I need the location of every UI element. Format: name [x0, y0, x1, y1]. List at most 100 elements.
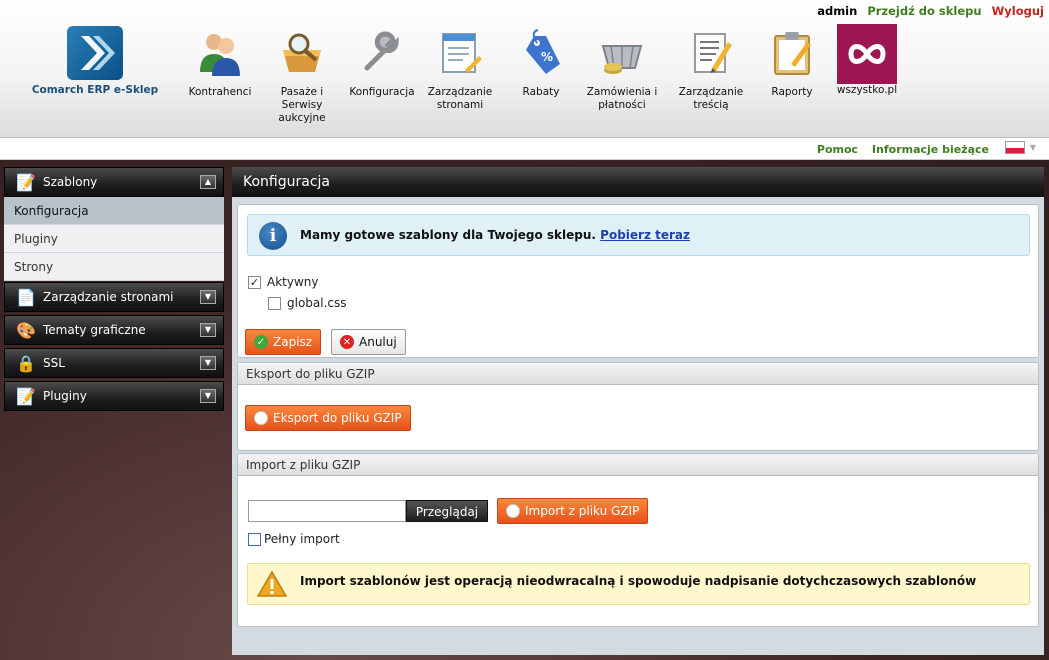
sub-bar-links: Pomoc Informacje bieżące — [807, 143, 989, 156]
config-box: i Mamy gotowe szablony dla Twojego sklep… — [237, 204, 1039, 358]
basket-magnifier-icon — [275, 26, 329, 80]
comarch-logo[interactable]: Comarch ERP e-Sklep — [30, 26, 160, 96]
nav-content-management[interactable]: Zarządzanie treścią — [671, 26, 751, 112]
cancel-button[interactable]: ✕ Anuluj — [331, 329, 406, 355]
nav-configuration[interactable]: Konfiguracja — [342, 26, 422, 99]
document-icon: ≡ — [506, 504, 520, 518]
people-icon — [193, 26, 247, 80]
expand-icon[interactable]: ▼ — [200, 356, 216, 370]
sidebar-section-title: Tematy graficzne — [43, 323, 146, 337]
nav-label: Kontrahenci — [188, 86, 252, 98]
global-css-label: global.css — [287, 296, 347, 310]
notepad-icon: 📝 — [16, 172, 36, 192]
export-box: Eksport do pliku GZIP ≡ Eksport do pliku… — [237, 362, 1039, 451]
nav-label: Zarządzanie stronami — [427, 86, 493, 111]
page-title: Konfiguracja — [232, 167, 1044, 197]
expand-icon[interactable]: ▼ — [200, 290, 216, 304]
svg-text:%: % — [541, 50, 553, 64]
lock-icon: 🔒 — [16, 353, 36, 373]
nav-label: Zarządzanie treścią — [678, 86, 744, 111]
nav-discounts[interactable]: % Rabaty — [501, 26, 581, 99]
nav-page-management[interactable]: Zarządzanie stronami — [420, 26, 500, 112]
checkbox-checked-icon[interactable]: ✓ — [248, 275, 261, 289]
sub-bar: Pomoc Informacje bieżące ▼ — [0, 138, 1049, 160]
logo-text: Comarch ERP e-Sklep — [31, 84, 159, 96]
sidebar-section-plugins[interactable]: 📝 Pluginy ▼ — [4, 381, 224, 411]
nav-label: Zamówienia i płatności — [586, 86, 658, 111]
username-label: admin — [817, 4, 858, 18]
sidebar-section-page-management[interactable]: 📄 Zarządzanie stronami ▼ — [4, 282, 224, 312]
nav-wszystko[interactable]: wszystko.pl — [827, 24, 907, 97]
export-gzip-button[interactable]: ≡ Eksport do pliku GZIP — [245, 405, 411, 431]
import-gzip-button[interactable]: ≡ Import z pliku GZIP — [497, 498, 649, 524]
browse-button[interactable]: Przeglądaj — [406, 500, 488, 522]
file-path-input[interactable] — [248, 500, 406, 522]
collapse-icon[interactable]: ▲ — [200, 175, 216, 189]
logout-link[interactable]: Wyloguj — [992, 4, 1044, 18]
sidebar-section-templates[interactable]: 📝 Szablony ▲ — [4, 167, 224, 197]
nav-label: Rabaty — [522, 86, 560, 98]
global-css-checkbox[interactable]: global.css — [268, 296, 347, 310]
active-checkbox[interactable]: ✓ Aktywny — [248, 275, 319, 289]
poland-flag-icon[interactable] — [1005, 141, 1025, 154]
infinity-icon — [837, 24, 897, 84]
page-edit-icon — [433, 26, 487, 80]
expand-icon[interactable]: ▼ — [200, 389, 216, 403]
sidebar-list-templates: Konfiguracja Pluginy Strony — [4, 197, 224, 281]
sidebar-section-themes[interactable]: 🎨 Tematy graficzne ▼ — [4, 315, 224, 345]
sidebar: 📝 Szablony ▲ Konfiguracja Pluginy Strony… — [4, 167, 224, 414]
export-button-label: Eksport do pliku GZIP — [273, 411, 402, 425]
checkbox-unchecked-icon[interactable] — [248, 532, 261, 546]
sidebar-item-pages[interactable]: Strony — [4, 253, 224, 281]
wrench-icon — [355, 26, 409, 80]
sidebar-section-title: Pluginy — [43, 389, 87, 403]
clipboard-icon — [765, 26, 819, 80]
main-panel: Konfiguracja i Mamy gotowe szablony dla … — [232, 167, 1044, 655]
nav-orders-payments[interactable]: Zamówienia i płatności — [582, 26, 662, 112]
download-now-link[interactable]: Pobierz teraz — [600, 228, 690, 242]
top-links: admin Przejdź do sklepu Wyloguj — [811, 4, 1044, 18]
sidebar-item-plugins[interactable]: Pluginy — [4, 225, 224, 253]
info-text: Mamy gotowe szablony dla Twojego sklepu.… — [300, 228, 690, 242]
info-icon: i — [259, 222, 287, 250]
nav-reports[interactable]: Raporty — [752, 26, 832, 99]
go-to-shop-link[interactable]: Przejdź do sklepu — [867, 4, 981, 18]
full-import-label: Pełny import — [264, 532, 340, 546]
check-icon: ✓ — [254, 335, 268, 349]
sidebar-section-ssl[interactable]: 🔒 SSL ▼ — [4, 348, 224, 378]
close-icon: ✕ — [340, 335, 354, 349]
expand-icon[interactable]: ▼ — [200, 323, 216, 337]
palette-icon: 🎨 — [16, 320, 36, 340]
export-box-title: Eksport do pliku GZIP — [238, 363, 1038, 385]
save-button[interactable]: ✓ Zapisz — [245, 329, 322, 355]
import-box: Import z pliku GZIP Przeglądaj ≡ Import … — [237, 453, 1039, 627]
active-checkbox-label: Aktywny — [267, 275, 319, 289]
warning-icon — [257, 570, 287, 597]
page-icon: 📄 — [16, 287, 36, 307]
import-box-title: Import z pliku GZIP — [238, 454, 1038, 476]
current-info-link[interactable]: Informacje bieżące — [872, 143, 989, 156]
import-button-label: Import z pliku GZIP — [525, 504, 640, 518]
nav-contractors[interactable]: Kontrahenci — [180, 26, 260, 99]
warning-text: Import szablonów jest operacją nieodwrac… — [300, 574, 977, 588]
sidebar-item-configuration[interactable]: Konfiguracja — [4, 197, 224, 225]
nav-label: wszystko.pl — [836, 84, 898, 96]
warning-banner: Import szablonów jest operacją nieodwrac… — [247, 563, 1030, 605]
info-message: Mamy gotowe szablony dla Twojego sklepu. — [300, 228, 596, 242]
nav-label: Raporty — [771, 86, 813, 98]
chevron-down-icon[interactable]: ▼ — [1030, 143, 1036, 152]
nav-marketplaces[interactable]: Pasaże i Serwisy aukcyjne — [262, 26, 342, 125]
sidebar-section-title: Zarządzanie stronami — [43, 290, 174, 304]
sidebar-section-title: SSL — [43, 356, 65, 370]
help-link[interactable]: Pomoc — [817, 143, 858, 156]
save-button-label: Zapisz — [273, 335, 313, 349]
nav-label: Pasaże i Serwisy aukcyjne — [278, 86, 326, 124]
document-icon: ≡ — [254, 411, 268, 425]
sidebar-section-title: Szablony — [43, 175, 98, 189]
notepad-icon: 📝 — [16, 386, 36, 406]
app-header: admin Przejdź do sklepu Wyloguj Comarch … — [0, 0, 1049, 138]
checkbox-unchecked-icon[interactable] — [268, 296, 281, 310]
comarch-logo-icon — [67, 26, 123, 80]
content-edit-icon — [684, 26, 738, 80]
full-import-checkbox[interactable]: Pełny import — [248, 532, 340, 546]
